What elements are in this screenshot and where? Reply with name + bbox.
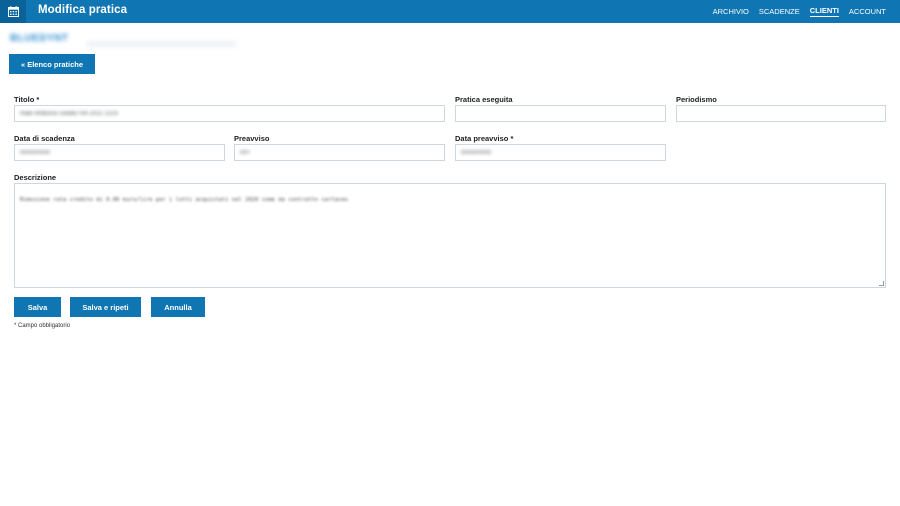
nav-account[interactable]: ACCOUNT xyxy=(849,7,886,17)
data-scadenza-value: 00/00/0000 xyxy=(20,149,51,156)
data-preavviso-value: 00/00/0000 xyxy=(461,149,492,156)
titolo-value: Rate rimborso credito IVA 2021 1/2/3 xyxy=(20,110,118,117)
pratica-eseguita-label: Pratica eseguita xyxy=(455,95,513,104)
data-scadenza-field[interactable]: 00/00/0000 xyxy=(14,144,225,161)
data-preavviso-label: Data preavviso * xyxy=(455,134,514,143)
nav-clienti[interactable]: CLIENTI xyxy=(809,6,839,17)
save-and-repeat-button[interactable]: Salva e ripeti xyxy=(70,297,141,317)
descrizione-label: Descrizione xyxy=(14,173,57,182)
main-nav: ARCHIVIO SCADENZE CLIENTI ACCOUNT xyxy=(703,0,886,23)
calendar-icon[interactable] xyxy=(0,0,26,23)
titolo-field[interactable]: Rate rimborso credito IVA 2021 1/2/3 xyxy=(14,105,445,122)
preavviso-label: Preavviso xyxy=(234,134,270,143)
data-scadenza-label: Data di scadenza xyxy=(14,134,75,143)
top-bar: Modifica pratica ARCHIVIO SCADENZE CLIEN… xyxy=(0,0,900,23)
preavviso-value: 00+ xyxy=(240,149,251,156)
client-subtitle xyxy=(86,41,236,47)
nav-scadenze[interactable]: SCADENZE xyxy=(759,7,800,17)
nav-archivio[interactable]: ARCHIVIO xyxy=(713,7,749,17)
pratica-eseguita-field[interactable] xyxy=(455,105,666,122)
resize-handle[interactable] xyxy=(879,281,884,286)
client-name: BLUEDYNT xyxy=(10,33,69,44)
preavviso-field[interactable]: 00+ xyxy=(234,144,445,161)
page-title: Modifica pratica xyxy=(38,4,128,16)
descrizione-value: Rimozione rata credito di 0.00 euro/lire… xyxy=(20,197,348,203)
cancel-button[interactable]: Annulla xyxy=(151,297,205,317)
titolo-label: Titolo * xyxy=(14,95,40,104)
back-to-list-button[interactable]: « Elenco pratiche xyxy=(9,54,95,74)
data-preavviso-field[interactable]: 00/00/0000 xyxy=(455,144,666,161)
descrizione-textarea[interactable]: Rimozione rata credito di 0.00 euro/lire… xyxy=(14,183,886,288)
periodismo-field[interactable] xyxy=(676,105,886,122)
save-button[interactable]: Salva xyxy=(14,297,61,317)
periodismo-label: Periodismo xyxy=(676,95,717,104)
required-field-note: * Campo obbligatorio xyxy=(14,323,71,329)
